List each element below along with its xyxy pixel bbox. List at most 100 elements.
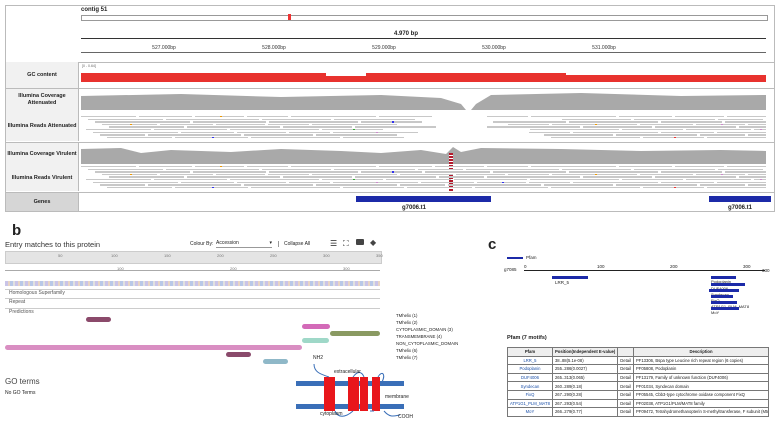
description-cell: PF01034, Syndecan domain	[633, 381, 769, 391]
mismatch	[211, 136, 214, 139]
read	[655, 126, 736, 128]
read	[718, 118, 763, 120]
tag-icon[interactable]: ◆	[370, 238, 376, 247]
read	[291, 166, 376, 168]
tm-track-1[interactable]	[86, 317, 111, 322]
pfam-link[interactable]: LRR_5	[507, 355, 553, 366]
mismatch	[673, 186, 676, 189]
section-homologous[interactable]: Homologous Superfamily	[5, 289, 380, 296]
detail-link[interactable]: Detail	[617, 355, 634, 366]
panel-c-letter: c	[488, 236, 497, 253]
read	[247, 166, 288, 168]
pfam-link[interactable]: MoY	[507, 407, 553, 417]
section-label: Homologous Superfamily	[9, 290, 65, 296]
detail-link[interactable]: Detail	[617, 389, 634, 400]
read	[100, 184, 145, 186]
read	[181, 181, 234, 183]
pfam-link[interactable]: Podoplanin	[507, 364, 553, 374]
read	[154, 129, 227, 131]
section-predictions[interactable]: Predictions	[5, 308, 380, 315]
read	[379, 116, 432, 118]
chevron-down-icon: ▾	[269, 240, 272, 246]
read	[81, 166, 136, 168]
list-icon[interactable]: ☰	[330, 239, 337, 248]
read	[475, 186, 548, 189]
camera-icon[interactable]	[356, 239, 364, 245]
ruler-tick-label: 527.000bp	[152, 45, 176, 51]
read	[109, 126, 184, 128]
read	[283, 176, 352, 178]
read	[551, 186, 640, 189]
detail-link[interactable]: Detail	[617, 381, 634, 391]
mismatch	[129, 123, 132, 126]
read	[187, 126, 280, 128]
domain-lrr5-label: LRR_5	[555, 280, 570, 285]
read	[616, 184, 697, 186]
pfam-link[interactable]: ATP1G1_PLM_MAT8	[507, 398, 553, 409]
pfam-link[interactable]: DUF4006	[507, 372, 553, 383]
read	[718, 168, 763, 170]
read	[675, 166, 724, 168]
ruler-top-label: 300	[323, 253, 330, 258]
tm-track-4[interactable]	[302, 338, 329, 343]
tm-track-7[interactable]	[263, 359, 288, 364]
read	[269, 121, 358, 123]
header-detail	[617, 347, 634, 357]
read	[619, 166, 672, 168]
ruler-top-label: 50	[58, 253, 63, 258]
domain-lrr5[interactable]	[552, 276, 588, 279]
track-label-reads-vir: Illumina Reads Virulent	[6, 165, 79, 191]
detail-link[interactable]: Detail	[617, 407, 634, 417]
ruler-top-label: 250	[270, 253, 277, 258]
gene-label-1: g7006.t1	[402, 205, 427, 211]
domain-label: MoY	[711, 310, 720, 315]
collapse-all-button[interactable]: Collapse All	[278, 241, 310, 247]
read	[343, 136, 404, 139]
axis-label: 0	[524, 264, 527, 269]
read	[86, 179, 151, 181]
read	[166, 168, 259, 170]
read	[93, 181, 178, 183]
mismatch	[219, 116, 222, 118]
read	[748, 173, 766, 176]
gene-feature-2[interactable]	[709, 196, 771, 202]
section-repeat[interactable]: Repeat	[5, 298, 380, 305]
gene-feature-1[interactable]	[356, 196, 491, 202]
gc-bar-1	[81, 73, 326, 82]
mismatch	[760, 179, 762, 181]
read	[661, 121, 722, 123]
read	[81, 116, 136, 118]
read	[551, 136, 640, 139]
read	[569, 171, 658, 173]
tm-track-6[interactable]	[226, 352, 251, 357]
colour-by-select[interactable]: Accession ▾	[216, 240, 272, 248]
read	[418, 168, 463, 170]
ruler-tick-label: 531.000bp	[592, 45, 616, 51]
mismatch	[720, 123, 723, 126]
tm-track-3[interactable]	[330, 331, 380, 336]
read	[583, 176, 652, 178]
read	[622, 129, 683, 131]
fullscreen-icon[interactable]: ⛶	[343, 239, 349, 249]
read	[466, 168, 559, 170]
read	[725, 171, 766, 173]
detail-link[interactable]: Detail	[617, 364, 634, 374]
read	[88, 168, 163, 170]
pfam-link[interactable]: Syndecan	[507, 381, 553, 391]
mismatch	[594, 123, 597, 126]
read	[739, 126, 766, 128]
ruler-top-label: 350	[376, 253, 383, 258]
detail-link[interactable]: Detail	[617, 372, 634, 383]
detail-link[interactable]: Detail	[617, 398, 634, 409]
tm-track-5[interactable]	[5, 345, 302, 350]
read	[93, 131, 178, 133]
read	[707, 136, 766, 139]
read	[686, 179, 751, 181]
read	[216, 123, 265, 126]
pfam-link[interactable]: FixQ	[507, 389, 553, 400]
ideogram[interactable]	[81, 15, 768, 21]
read	[166, 118, 259, 120]
read	[508, 123, 549, 126]
read	[262, 118, 331, 120]
tm-track-2[interactable]	[302, 324, 330, 329]
